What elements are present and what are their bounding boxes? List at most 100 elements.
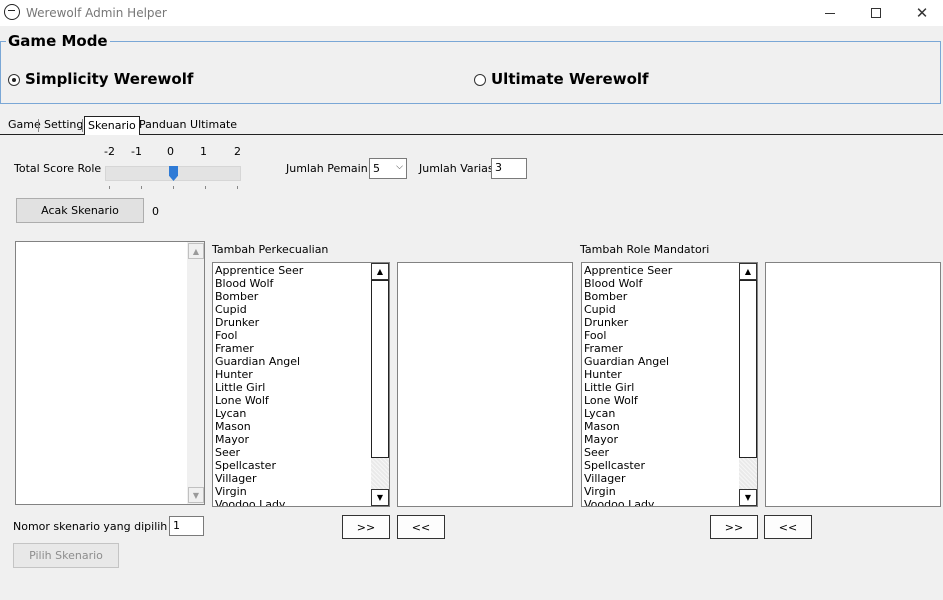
list-item[interactable]: Lone Wolf — [584, 394, 672, 407]
list-item[interactable]: Spellcaster — [584, 459, 672, 472]
slider-tick-label: 0 — [167, 145, 174, 158]
tab-strip-divider — [0, 134, 943, 135]
scroll-down-icon[interactable]: ▼ — [739, 489, 757, 506]
tambah-perkecualian-label: Tambah Perkecualian — [212, 243, 329, 256]
slider-tick — [237, 186, 238, 189]
ultimate-werewolf-radio[interactable] — [474, 74, 486, 86]
acak-skenario-button[interactable]: Acak Skenario — [16, 198, 144, 223]
simplicity-werewolf-label[interactable]: Simplicity Werewolf — [25, 70, 193, 88]
maximize-icon — [871, 8, 881, 18]
list-item[interactable]: Mayor — [215, 433, 303, 446]
slider-tick — [141, 186, 142, 189]
scroll-up-icon[interactable]: ▲ — [739, 263, 757, 280]
list-item[interactable]: Lycan — [584, 407, 672, 420]
list-item[interactable]: Blood Wolf — [584, 277, 672, 290]
slider-tick-label: -1 — [131, 145, 142, 158]
list-item[interactable]: Bomber — [215, 290, 303, 303]
chevron-down-icon: ⌵ — [396, 162, 403, 172]
slider-tick — [109, 186, 110, 189]
simplicity-werewolf-radio[interactable] — [8, 74, 20, 86]
jumlah-pemain-label: Jumlah Pemain — [286, 162, 368, 175]
scroll-thumb[interactable] — [739, 280, 757, 458]
list-item[interactable]: Cupid — [215, 303, 303, 316]
scroll-down-icon[interactable]: ▼ — [371, 489, 389, 506]
add-mandatori-button[interactable]: >> — [710, 515, 758, 539]
mandatori-selected-list[interactable] — [765, 262, 941, 507]
pilih-skenario-button[interactable]: Pilih Skenario — [13, 543, 119, 568]
list-item[interactable]: Little Girl — [215, 381, 303, 394]
list-item[interactable]: Lycan — [215, 407, 303, 420]
list-item[interactable]: Virgin — [584, 485, 672, 498]
list-item[interactable]: Mason — [584, 420, 672, 433]
list-item[interactable]: Apprentice Seer — [584, 264, 672, 277]
tab-separator — [38, 119, 39, 132]
mandatori-role-items: Apprentice Seer Blood Wolf Bomber Cupid … — [584, 264, 672, 506]
list-item[interactable]: Drunker — [215, 316, 303, 329]
list-item[interactable]: Guardian Angel — [584, 355, 672, 368]
list-item[interactable]: Framer — [584, 342, 672, 355]
app-logo-icon — [4, 4, 20, 20]
jumlah-variasi-input[interactable]: 3 — [491, 158, 527, 179]
maximize-button[interactable] — [853, 0, 899, 26]
list-item[interactable]: Drunker — [584, 316, 672, 329]
remove-perkecualian-button[interactable]: << — [397, 515, 445, 539]
scroll-up-icon[interactable]: ▲ — [188, 243, 204, 259]
list-item[interactable]: Seer — [584, 446, 672, 459]
scroll-up-icon[interactable]: ▲ — [371, 263, 389, 280]
remove-mandatori-button[interactable]: << — [764, 515, 812, 539]
list-item[interactable]: Fool — [215, 329, 303, 342]
scenario-list[interactable] — [15, 241, 205, 505]
list-item[interactable]: Cupid — [584, 303, 672, 316]
list-item[interactable]: Mayor — [584, 433, 672, 446]
list-item[interactable]: Hunter — [584, 368, 672, 381]
list-item[interactable]: Voodoo Lady — [215, 498, 303, 506]
list-item[interactable]: Villager — [215, 472, 303, 485]
nomor-skenario-label: Nomor skenario yang dipilih — [13, 520, 168, 533]
slider-tick-label: 2 — [234, 145, 241, 158]
jumlah-pemain-value: 5 — [373, 162, 380, 175]
list-item[interactable]: Fool — [584, 329, 672, 342]
list-item[interactable]: Seer — [215, 446, 303, 459]
tambah-mandatori-label: Tambah Role Mandatori — [580, 243, 710, 256]
perkecualian-selected-list[interactable] — [397, 262, 573, 507]
slider-tick — [205, 186, 206, 189]
minimize-icon — [825, 12, 835, 14]
list-item[interactable]: Voodoo Lady — [584, 498, 672, 506]
close-icon: ✕ — [915, 4, 929, 22]
list-item[interactable]: Little Girl — [584, 381, 672, 394]
slider-tick-label: -2 — [104, 145, 115, 158]
list-item[interactable]: Lone Wolf — [215, 394, 303, 407]
acak-result-value: 0 — [152, 205, 159, 218]
tab-setting[interactable]: Setting — [41, 116, 86, 134]
tab-skenario[interactable]: Skenario — [84, 116, 140, 135]
scroll-down-icon[interactable]: ▼ — [188, 487, 204, 503]
jumlah-variasi-label: Jumlah Variasi — [419, 162, 497, 175]
total-score-role-label: Total Score Role — [14, 162, 102, 175]
list-item[interactable]: Spellcaster — [215, 459, 303, 472]
close-button[interactable]: ✕ — [899, 0, 943, 26]
slider-tick — [173, 186, 174, 189]
mandatori-role-list[interactable]: Apprentice Seer Blood Wolf Bomber Cupid … — [581, 262, 758, 507]
slider-tick-label: 1 — [200, 145, 207, 158]
tab-separator — [82, 119, 83, 132]
window-title: Werewolf Admin Helper — [26, 6, 167, 20]
list-item[interactable]: Blood Wolf — [215, 277, 303, 290]
add-perkecualian-button[interactable]: >> — [342, 515, 390, 539]
nomor-skenario-input[interactable]: 1 — [169, 516, 204, 536]
list-item[interactable]: Guardian Angel — [215, 355, 303, 368]
list-item[interactable]: Virgin — [215, 485, 303, 498]
scroll-thumb[interactable] — [371, 280, 389, 458]
scenario-list-scrollbar[interactable] — [187, 242, 204, 504]
list-item[interactable]: Hunter — [215, 368, 303, 381]
perkecualian-role-list[interactable]: Apprentice Seer Blood Wolf Bomber Cupid … — [212, 262, 390, 507]
minimize-button[interactable] — [807, 0, 853, 26]
ultimate-werewolf-label[interactable]: Ultimate Werewolf — [491, 70, 649, 88]
list-item[interactable]: Villager — [584, 472, 672, 485]
perkecualian-role-items: Apprentice Seer Blood Wolf Bomber Cupid … — [215, 264, 303, 506]
list-item[interactable]: Framer — [215, 342, 303, 355]
list-item[interactable]: Bomber — [584, 290, 672, 303]
list-item[interactable]: Mason — [215, 420, 303, 433]
tab-panduan-ultimate[interactable]: Panduan Ultimate — [136, 116, 240, 134]
jumlah-pemain-select[interactable]: 5 ⌵ — [369, 158, 407, 179]
list-item[interactable]: Apprentice Seer — [215, 264, 303, 277]
